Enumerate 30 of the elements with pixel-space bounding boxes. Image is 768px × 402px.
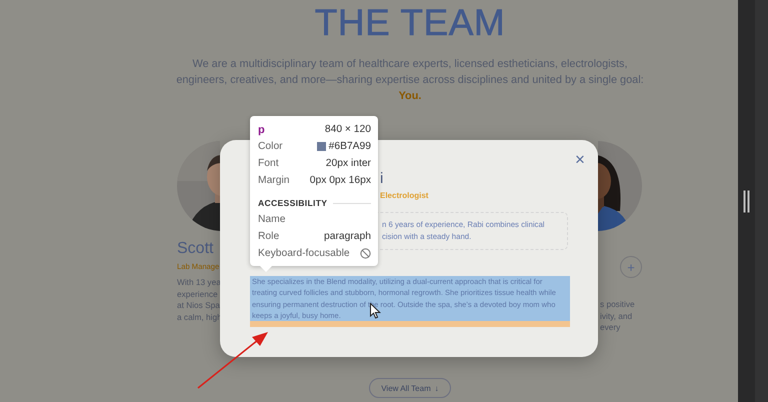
- bio-text: experience: [177, 288, 218, 300]
- view-all-button[interactable]: View All Team ↓: [369, 378, 451, 398]
- property-label: Color: [258, 141, 283, 152]
- close-button[interactable]: ×: [570, 150, 590, 170]
- property-value: paragraph: [324, 231, 371, 242]
- property-value: #6B7A99: [328, 141, 371, 152]
- cursor-icon: [370, 303, 381, 319]
- property-label: Margin: [258, 175, 290, 186]
- bio-text: With 13 yea: [177, 277, 221, 288]
- property-value: 0px 0px 16px: [310, 175, 371, 186]
- element-tag: p: [258, 124, 265, 136]
- property-label: Keyboard-focusable: [258, 248, 350, 259]
- bio-text: ivity, and: [600, 310, 632, 322]
- property-label: Name: [258, 214, 286, 225]
- annotation-arrow: [198, 332, 268, 389]
- intro-text: We are a multidisciplinary team of healthcare experts, licensed estheticians, electrologists, engineers, creatives, and more—sharing expertise across disciplines and united by a single goal: You.: [175, 57, 645, 104]
- page-title: THE TEAM: [314, 4, 506, 42]
- element-size: 840 × 120: [324, 124, 371, 135]
- property-value: 20px inter: [326, 158, 371, 169]
- bio-text: every: [600, 322, 620, 334]
- member-role: Electrologist: [380, 191, 430, 200]
- bio-text: at Nios Spa,: [177, 300, 222, 312]
- property-label: Role: [258, 231, 280, 242]
- member-name: i: [380, 170, 384, 187]
- resize-handle[interactable]: [743, 190, 750, 212]
- expand-button[interactable]: +: [620, 256, 642, 278]
- bio-text: s positive: [600, 299, 635, 310]
- property-label: Font: [258, 158, 279, 169]
- section-heading: ACCESSIBILITY: [258, 198, 328, 208]
- color-swatch: [316, 142, 326, 151]
